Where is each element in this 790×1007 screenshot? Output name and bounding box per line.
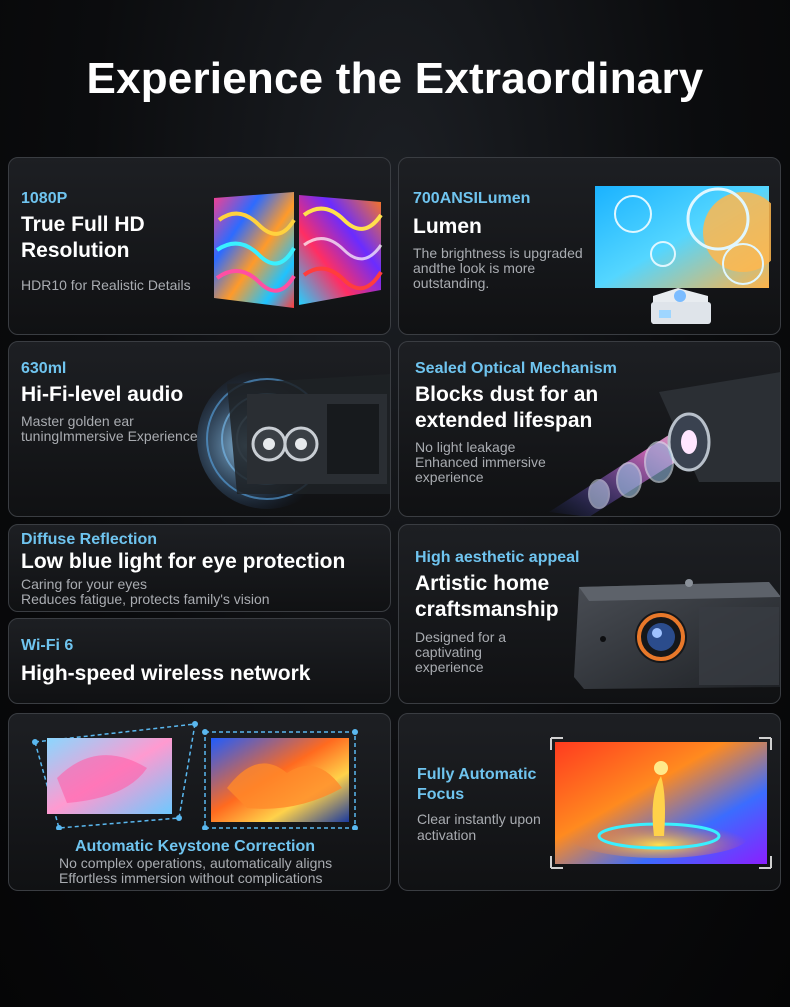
keystone-desc-line1: No complex operations, automatically ali… [59, 855, 333, 871]
aesthetic-desc-line1: Designed for a [415, 629, 507, 645]
keystone-screens-image [32, 721, 358, 830]
page-title: Experience the Extraordinary [86, 54, 704, 103]
eye-heading: Low blue light for eye protection [21, 550, 346, 573]
keystone-tag: Automatic Keystone Correction [75, 838, 316, 855]
card-resolution: 1080P True Full HD Resolution HDR10 for … [8, 157, 391, 335]
optical-desc-line2: Enhanced immersive [415, 454, 546, 470]
focus-desc-line2: activation [417, 827, 477, 843]
eye-desc-line2: Reduces fatigue, protects family's visio… [21, 591, 270, 607]
abstract-waves-image [214, 192, 383, 308]
focus-desc-line1: Clear instantly upon [417, 811, 541, 827]
optical-desc-line3: experience [415, 469, 484, 485]
audio-desc-line2: tuningImmersive Experience [21, 428, 198, 444]
audio-heading: Hi-Fi-level audio [21, 383, 184, 406]
lumen-desc-line1: The brightness is upgraded [413, 245, 583, 261]
resolution-desc: HDR10 for Realistic Details [21, 277, 191, 293]
audio-tag: 630ml [21, 360, 67, 377]
lumen-tag: 700ANSILumen [413, 190, 531, 207]
resolution-tag: 1080P [21, 190, 68, 207]
card-keystone: Automatic Keystone Correction No complex… [8, 713, 391, 891]
card-audio: 630ml Hi-Fi-level audio Master golden ea… [8, 341, 391, 517]
resolution-heading-line2: Resolution [21, 239, 130, 262]
lens-assembly-image [549, 372, 780, 516]
aesthetic-desc-line2: captivating [415, 644, 482, 660]
audio-desc-line1: Master golden ear [21, 413, 134, 429]
resolution-heading-line1: True Full HD [21, 213, 145, 236]
card-aesthetic: High aesthetic appeal Artistic home craf… [398, 524, 781, 704]
eye-tag: Diffuse Reflection [21, 531, 158, 548]
card-wifi: Wi-Fi 6 High-speed wireless network [8, 618, 391, 704]
aesthetic-heading-line1: Artistic home [415, 572, 550, 595]
card-optical: Sealed Optical Mechanism Blocks dust for… [398, 341, 781, 517]
aesthetic-desc-line3: experience [415, 659, 484, 675]
wifi-heading: High-speed wireless network [21, 662, 311, 685]
aesthetic-tag: High aesthetic appeal [415, 549, 580, 566]
lumen-desc-line2: andthe look is more [413, 260, 536, 276]
card-lumen: 700ANSILumen Lumen The brightness is upg… [398, 157, 781, 335]
keystone-desc-line2: Effortless immersion without complicatio… [59, 870, 323, 886]
optical-desc-line1: No light leakage [415, 439, 516, 455]
water-splash-image [550, 737, 772, 869]
eye-desc-line1: Caring for your eyes [21, 576, 148, 592]
lumen-heading: Lumen [413, 215, 482, 238]
lumen-desc-line3: outstanding. [413, 275, 490, 291]
focus-tag-line1: Fully Automatic [417, 766, 537, 783]
wifi-tag: Wi-Fi 6 [21, 637, 74, 654]
speaker-drivers-image [197, 369, 390, 509]
focus-tag-line2: Focus [417, 786, 465, 803]
projector-product-image [574, 579, 780, 689]
card-focus: Fully Automatic Focus Clear instantly up… [398, 713, 781, 891]
aesthetic-heading-line2: craftsmanship [415, 598, 559, 621]
projector-bubbles-image [595, 186, 771, 324]
card-eye-protection: Diffuse Reflection Low blue light for ey… [8, 524, 391, 612]
